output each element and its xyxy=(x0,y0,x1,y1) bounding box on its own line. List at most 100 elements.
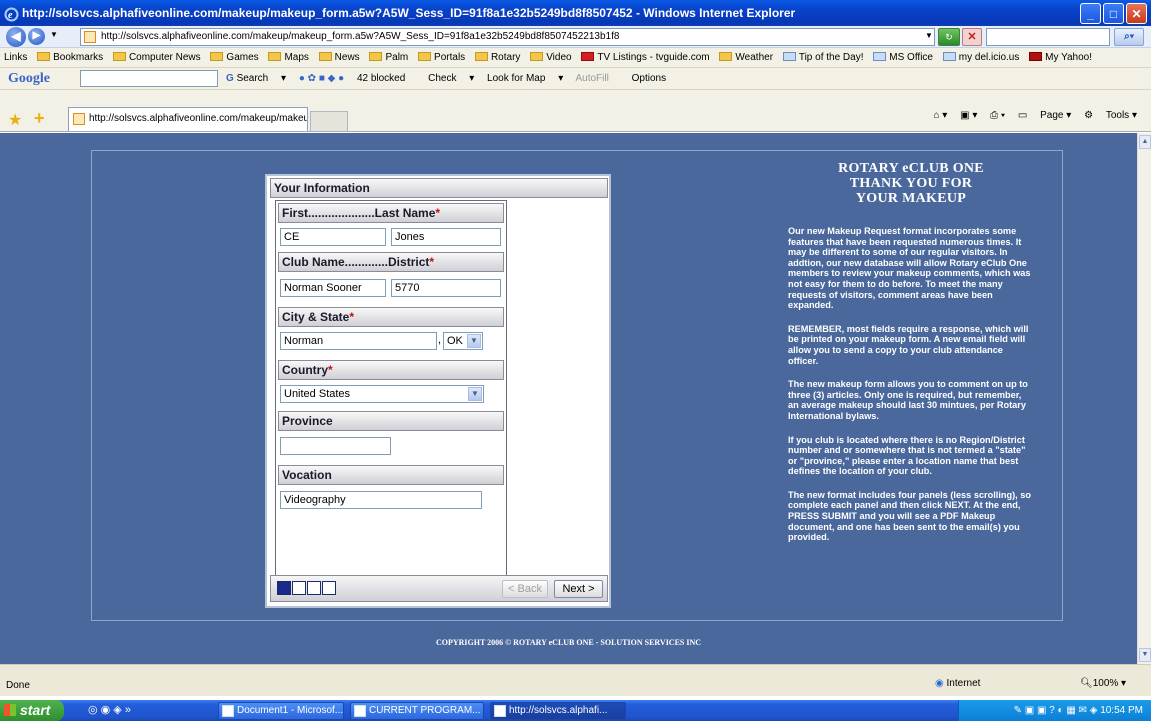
taskbar-item-word[interactable]: Document1 - Microsof... xyxy=(218,702,344,720)
maximize-button[interactable]: □ xyxy=(1103,3,1124,24)
tv-icon xyxy=(581,52,595,61)
link-bookmarks[interactable]: Bookmarks xyxy=(37,48,103,67)
autofill-button[interactable]: AutoFill xyxy=(575,73,618,84)
zoom-icon: 🔍︎ xyxy=(1080,678,1093,689)
status-bar: Done ◉ Internet 🔍︎100% ▾ xyxy=(0,664,1151,696)
city-input[interactable]: Norman xyxy=(280,332,437,350)
club-district-label: Club Name.............District* xyxy=(278,252,504,272)
state-select[interactable]: OK ▼ xyxy=(443,332,483,350)
look-for-map-button[interactable]: Look for Map ▾ xyxy=(487,73,563,84)
vertical-scrollbar[interactable]: ▲ ▼ xyxy=(1137,133,1151,664)
progress-step-3 xyxy=(307,581,321,595)
ie-window: e http://solsvcs.alphafiveonline.com/mak… xyxy=(0,0,1151,721)
status-text: Done xyxy=(6,680,30,691)
favorites-star-icon[interactable]: ★ xyxy=(8,110,22,130)
taskbar-item-current-program[interactable]: CURRENT PROGRAM... xyxy=(350,702,484,720)
address-dropdown-icon[interactable]: ▼ xyxy=(925,31,933,40)
link-tv-listings[interactable]: TV Listings - tvguide.com xyxy=(581,48,710,67)
links-toolbar: Links Bookmarks Computer News Games Maps… xyxy=(0,48,1151,68)
search-input[interactable] xyxy=(986,28,1110,46)
link-news[interactable]: News xyxy=(318,48,360,67)
last-name-input[interactable]: Jones xyxy=(391,228,501,246)
info-paragraph: If you club is located where there is no… xyxy=(788,434,1026,477)
ie-page-icon xyxy=(873,52,887,61)
refresh-button[interactable]: ↻ xyxy=(938,28,960,46)
tab-bar: ★ + http://solsvcs.alphafiveonline.com/m… xyxy=(0,90,1151,132)
panel-progress xyxy=(277,581,336,595)
link-portals[interactable]: Portals xyxy=(418,48,465,67)
link-my-yahoo[interactable]: My Yahoo! xyxy=(1029,48,1092,67)
makeup-form: Your Information First..................… xyxy=(265,174,611,608)
ie-icon xyxy=(354,705,366,717)
page-menu[interactable]: ▭ Page ▾ xyxy=(1018,110,1071,121)
taskbar: start ◎ ◉ ◈ » Document1 - Microsof... CU… xyxy=(0,700,1151,721)
link-tip-of-day[interactable]: Tip of the Day! xyxy=(782,48,864,67)
link-ms-office[interactable]: MS Office xyxy=(873,48,933,67)
copyright-text: COPYRIGHT 2006 © ROTARY eCLUB ONE - SOLU… xyxy=(435,638,702,647)
google-search-button[interactable]: G Search ▾ xyxy=(226,73,286,84)
google-search-input[interactable] xyxy=(80,70,218,87)
toolbar-icons[interactable]: ● ✿ ■ ◆ ● xyxy=(299,73,344,84)
progress-step-2 xyxy=(292,581,306,595)
page-icon xyxy=(73,113,85,125)
link-computer-news[interactable]: Computer News xyxy=(112,48,201,67)
folder-icon xyxy=(268,52,282,61)
title-bar: e http://solsvcs.alphafiveonline.com/mak… xyxy=(0,0,1151,26)
city-state-label: City & State* xyxy=(278,307,504,327)
first-name-input[interactable]: CE xyxy=(280,228,386,246)
progress-step-1 xyxy=(277,581,291,595)
link-palm[interactable]: Palm xyxy=(369,48,408,67)
link-maps[interactable]: Maps xyxy=(268,48,309,67)
security-zone[interactable]: ◉ Internet xyxy=(935,678,980,689)
link-rotary[interactable]: Rotary xyxy=(474,48,520,67)
start-button[interactable]: start xyxy=(0,700,64,721)
google-logo[interactable]: Google xyxy=(8,68,50,89)
back-icon[interactable]: ◀ xyxy=(6,27,26,47)
google-g-icon: G xyxy=(226,73,234,84)
minimize-button[interactable]: _ xyxy=(1080,3,1101,24)
form-footer: < Back Next > xyxy=(270,575,608,602)
province-input[interactable] xyxy=(280,437,391,455)
vocation-input[interactable]: Videography xyxy=(280,491,482,509)
home-icon[interactable]: ⌂ ▾ xyxy=(933,110,947,121)
tray-icons[interactable]: ✎ ▣ ▣ ? ◐ ▦ ✉ ◈ xyxy=(1014,705,1101,716)
link-delicious[interactable]: my del.icio.us xyxy=(942,48,1019,67)
print-icon[interactable]: ⎙ ▾ xyxy=(990,110,1005,121)
forward-icon[interactable]: ▶ xyxy=(28,28,45,45)
country-select[interactable]: United States ▼ xyxy=(280,385,484,403)
ie-page-icon xyxy=(782,52,796,61)
stop-button[interactable]: ✕ xyxy=(962,28,982,46)
tools-menu[interactable]: ⚙ Tools ▾ xyxy=(1084,110,1137,121)
quick-launch-icons[interactable]: ◎ ◉ ◈ » xyxy=(88,703,131,716)
new-tab-button[interactable] xyxy=(310,111,348,131)
tab-current[interactable]: http://solsvcs.alphafiveonline.com/makeu… xyxy=(68,107,308,131)
next-button[interactable]: Next > xyxy=(554,580,603,598)
feeds-icon[interactable]: ▣ ▾ xyxy=(960,110,977,121)
history-dropdown-icon[interactable]: ▼ xyxy=(50,30,58,39)
province-label: Province xyxy=(278,411,504,431)
progress-step-4 xyxy=(322,581,336,595)
scroll-up-icon[interactable]: ▲ xyxy=(1139,135,1151,149)
search-button[interactable]: ⌕▾ xyxy=(1114,28,1144,46)
link-video[interactable]: Video xyxy=(530,48,572,67)
form-fields: First....................Last Name* CE J… xyxy=(275,200,507,580)
link-weather[interactable]: Weather xyxy=(719,48,773,67)
back-button[interactable]: < Back xyxy=(502,580,548,598)
close-button[interactable]: ✕ xyxy=(1126,3,1147,24)
spell-check-button[interactable]: Check ▾ xyxy=(428,73,474,84)
ie-icon xyxy=(494,705,506,717)
info-paragraph: REMEMBER, most fields require a response… xyxy=(788,323,1029,366)
links-label: Links xyxy=(4,52,28,63)
zoom-level[interactable]: 🔍︎100% ▾ xyxy=(1080,678,1126,689)
taskbar-item-ie[interactable]: http://solsvcs.alphafi... xyxy=(490,702,626,720)
club-name-input[interactable]: Norman Sooner xyxy=(280,279,386,297)
folder-icon xyxy=(112,52,126,61)
add-favorites-icon[interactable]: + xyxy=(34,108,45,129)
link-games[interactable]: Games xyxy=(210,48,259,67)
popup-blocker[interactable]: 42 blocked xyxy=(357,73,415,84)
info-panel: ROTARY eCLUB ONE THANK YOU FOR YOUR MAKE… xyxy=(788,161,1034,543)
address-input[interactable]: http://solsvcs.alphafiveonline.com/makeu… xyxy=(80,28,935,46)
options-button[interactable]: Options xyxy=(632,73,676,84)
district-input[interactable]: 5770 xyxy=(391,279,501,297)
scroll-down-icon[interactable]: ▼ xyxy=(1139,648,1151,662)
